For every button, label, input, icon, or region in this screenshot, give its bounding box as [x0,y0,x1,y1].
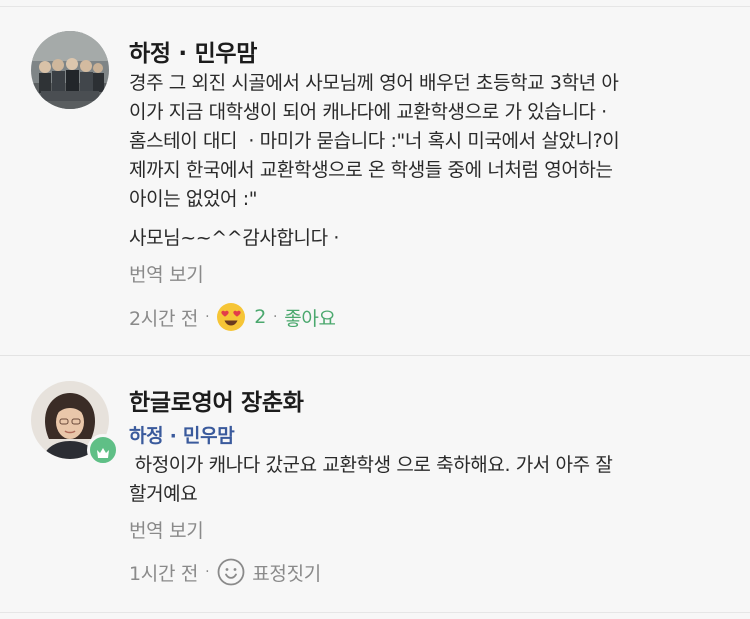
comment-text-line: 제까지 한국에서 교환학생으로 온 학생들 중에 너처럼 영어하는 [129,159,613,181]
comment-author-name[interactable]: 한글로영어 장춘화 [129,383,304,417]
comment-divider [0,355,750,356]
mentioned-user-link[interactable]: 하정 · 민우맘 [129,421,235,448]
comment-text-line: 홈스테이 대디 · 마미가 묻습니다 :"너 혹시 미국에서 살았니?이 [129,130,620,152]
bottom-divider [0,612,750,613]
comment-text-line: 경주 그 외진 시골에서 사모님께 영어 배우던 초등학교 3학년 아 [129,72,619,94]
crown-badge [87,434,119,466]
heart-eyes-emoji-icon[interactable] [216,302,246,332]
comment-text-line: 아이는 없었어 :" [129,188,258,210]
meta-separator: · [273,309,278,325]
comment-text-line: 이가 지금 대학생이 되어 캐나다에 교환학생으로 가 있습니다 · [129,101,607,123]
smiley-outline-icon[interactable] [216,557,246,587]
comment-text-line: 하정이가 캐나다 갔군요 교환학생 으로 축하해요. 가서 아주 잘 [129,454,613,476]
comment-author-name[interactable]: 하정 · 민우맘 [129,34,257,68]
comment-meta-row: 1시간 전 · 표정짓기 [129,557,321,587]
see-translation-link[interactable]: 번역 보기 [129,516,204,543]
comment-timestamp: 1시간 전 [129,562,199,585]
crown-icon [96,444,110,458]
like-button[interactable]: 좋아요 [284,304,336,331]
see-translation-link[interactable]: 번역 보기 [129,260,204,287]
top-divider [0,6,750,7]
comment-text-line: 사모님~~^^감사합니다 · [129,227,339,249]
react-button-label[interactable]: 표정짓기 [252,559,321,586]
comment-text-line: 할거예요 [129,483,198,505]
meta-separator: · [205,309,210,325]
comment-timestamp: 2시간 전 [129,307,199,330]
comment-meta-row: 2시간 전 · 2 · 좋아요 [129,302,336,332]
reaction-count[interactable]: 2 [254,306,266,328]
meta-separator: · [205,564,210,580]
avatar-group-photo[interactable] [31,31,109,109]
